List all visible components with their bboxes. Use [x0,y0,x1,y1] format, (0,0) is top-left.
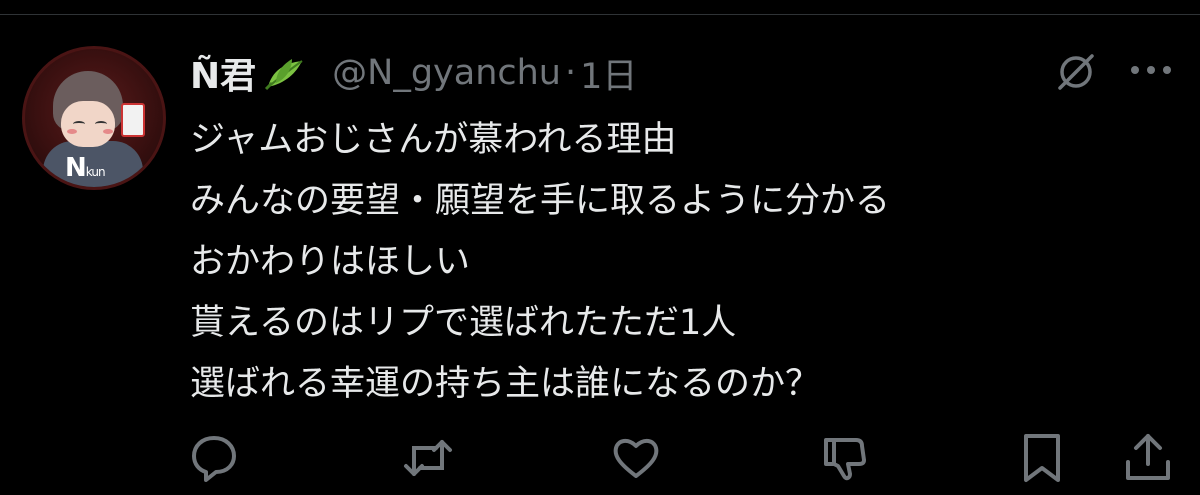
share-icon [1126,434,1170,480]
bookmark-icon [1024,434,1060,482]
separator-dot: · [565,53,577,93]
tweet-line: 貰えるのはリプで選ばれたただ1人 [190,303,737,343]
tweet-line: おかわりはほしい [190,242,471,282]
like-button[interactable] [608,430,664,486]
bookmark-button[interactable] [1014,430,1070,486]
reply-button[interactable] [186,430,242,486]
share-button[interactable] [1120,430,1176,486]
avatar[interactable]: Nkun [22,46,166,190]
downvote-button[interactable] [816,430,872,486]
tweet-text: ジャムおじさんが慕われる理由 みんなの要望・願望を手に取るように分かる おかわり… [190,110,890,415]
grok-icon[interactable] [1054,50,1098,94]
timestamp[interactable]: 1日 [580,48,637,99]
action-bar [0,430,1200,490]
handle[interactable]: @N_gyanchu [332,53,561,93]
leaf-icon [265,59,303,91]
tweet-header: Ñ君 @N_gyanchu · 1日 [190,47,637,99]
tweet-line: 選ばれる幸運の持ち主は誰になるのか？ [190,364,821,404]
reply-icon [192,436,236,482]
retweet-button[interactable] [400,430,456,486]
like-icon [613,439,659,478]
display-name[interactable]: Ñ君 [190,47,256,99]
more-icon[interactable] [1128,60,1174,80]
tweet-line: みんなの要望・願望を手に取るように分かる [190,181,891,221]
downvote-icon [824,438,866,481]
retweet-icon [404,440,452,476]
tweet-line: ジャムおじさんが慕われる理由 [190,120,677,160]
top-divider [0,14,1200,15]
